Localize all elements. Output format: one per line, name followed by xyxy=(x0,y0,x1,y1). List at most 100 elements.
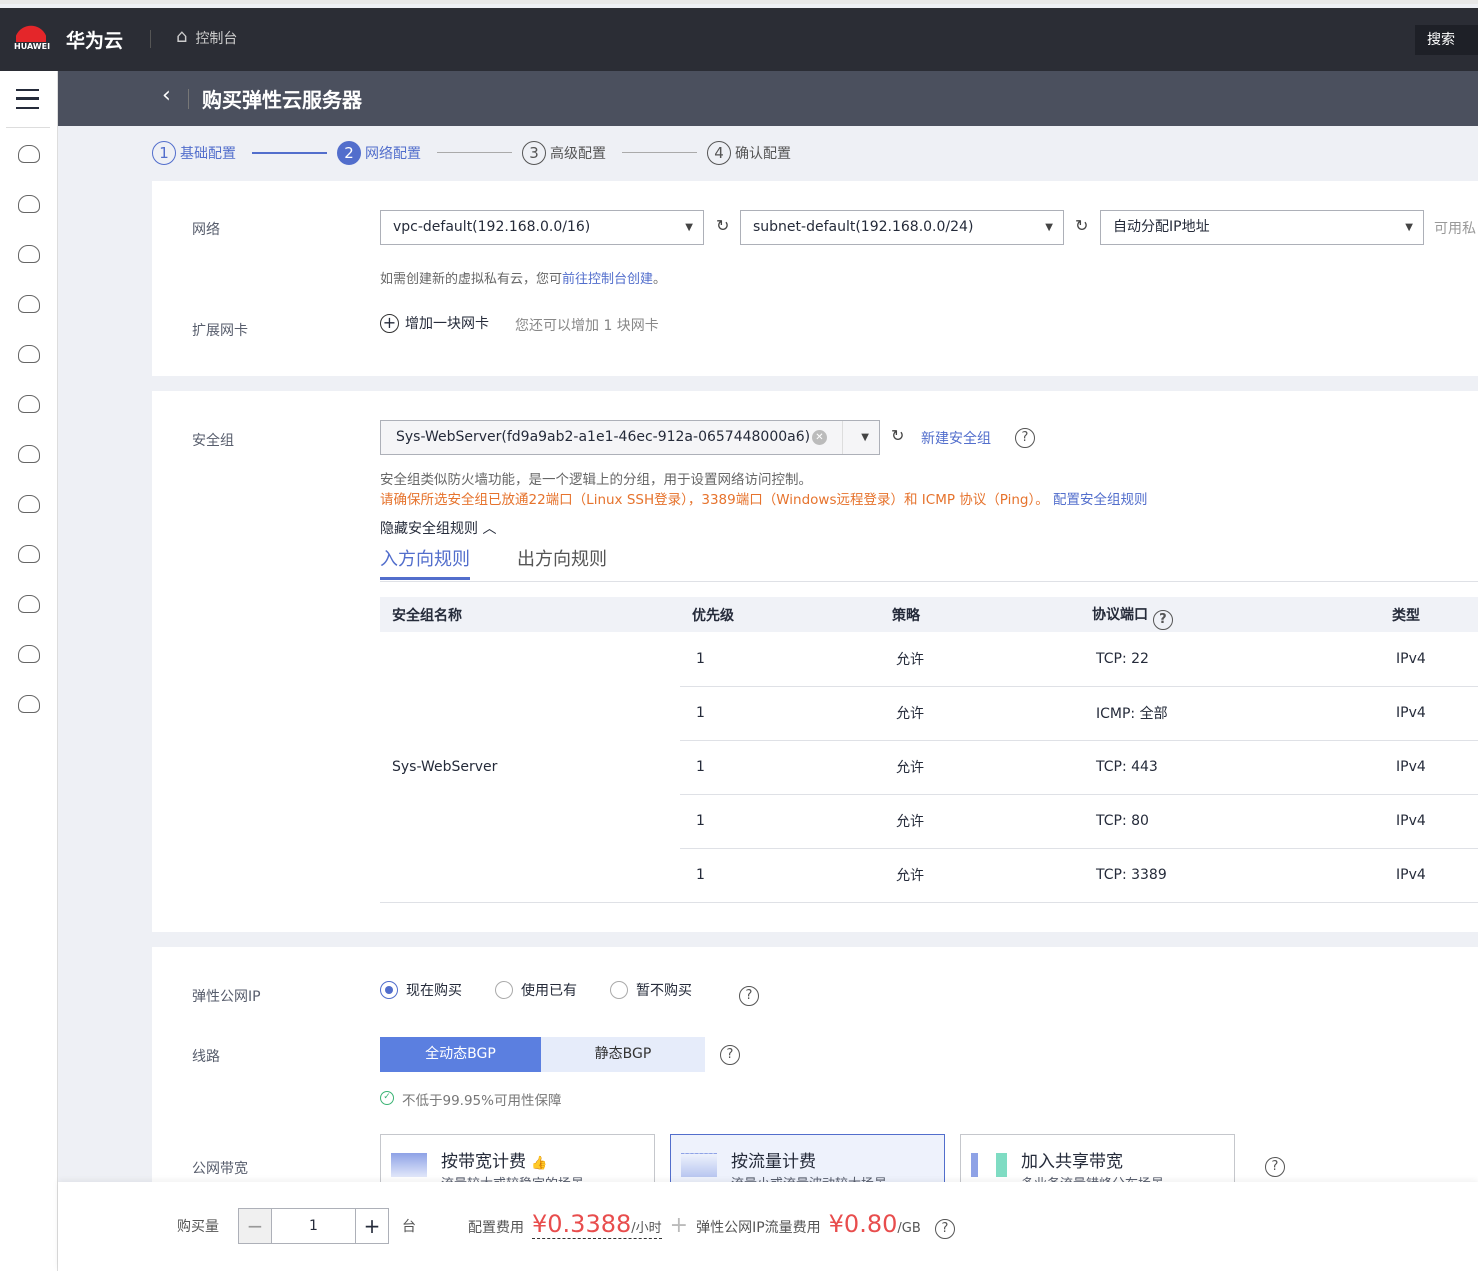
rules-table: 安全组名称 优先级 策略 协议端口 ? 类型 Sys-WebServer 1 允许 T… xyxy=(380,597,1478,903)
cloud-icon[interactable] xyxy=(18,195,40,213)
policy-cell: 允许 xyxy=(880,794,1080,849)
create-vpc-link[interactable]: 前往控制台创建 xyxy=(562,272,653,287)
ip-hint: 可用私 xyxy=(1434,221,1476,237)
type-cell: IPv4 xyxy=(1380,740,1478,795)
type-cell: IPv4 xyxy=(1380,794,1478,849)
page-title: 购买弹性云服务器 xyxy=(202,88,362,112)
vpc-select[interactable]: vpc-default(192.168.0.0/16) ▼ xyxy=(380,210,704,245)
brand-name[interactable]: 华为云 xyxy=(66,26,123,53)
caret-down-icon: ▼ xyxy=(685,222,693,233)
priority-cell: 1 xyxy=(680,794,880,849)
caret-down-icon: ▼ xyxy=(1045,222,1053,233)
cloud-sync-icon[interactable] xyxy=(18,495,40,513)
subnet-select[interactable]: subnet-default(192.168.0.0/24) ▼ xyxy=(740,210,1064,245)
priority-cell: 1 xyxy=(680,740,880,795)
eip-label: 弹性公网IP xyxy=(192,989,261,1005)
tab-outbound[interactable]: 出方向规则 xyxy=(517,545,607,571)
port-cell: TCP: 443 xyxy=(1080,740,1380,795)
col-priority: 优先级 xyxy=(680,597,880,632)
step-1[interactable]: 1 基础配置 xyxy=(152,141,236,165)
help-icon: ? xyxy=(1152,609,1173,630)
step-3: 3 高级配置 xyxy=(522,141,606,165)
radio-no-buy[interactable]: 暂不购买 xyxy=(610,980,692,1000)
cluster-icon[interactable] xyxy=(18,645,40,663)
back-icon[interactable]: ‹ xyxy=(162,83,171,108)
footer-bar: 购买量 − 1 + 台 配置费用 ¥0.3388/小时 + 弹性公网IP流量费用… xyxy=(58,1182,1478,1271)
ip-icon[interactable] xyxy=(18,595,40,613)
line-static-bgp[interactable]: 静态BGP xyxy=(541,1037,705,1072)
type-cell: IPv4 xyxy=(1380,848,1478,903)
new-security-group-link[interactable]: 新建安全组 xyxy=(921,428,991,448)
help-icon[interactable]: ? xyxy=(1265,1157,1285,1177)
type-cell: IPv4 xyxy=(1380,686,1478,741)
cloud-upload-icon[interactable] xyxy=(18,445,40,463)
tab-inbound[interactable]: 入方向规则 xyxy=(380,545,470,580)
col-policy: 策略 xyxy=(880,597,1080,632)
bandwidth-chart-icon xyxy=(391,1153,427,1177)
help-icon[interactable]: ? xyxy=(739,986,759,1006)
col-type: 类型 xyxy=(1380,597,1478,632)
config-fee[interactable]: ¥0.3388/小时 xyxy=(532,1210,662,1239)
cloud-server-icon[interactable] xyxy=(18,145,40,163)
hide-rules-toggle[interactable]: 隐藏安全组规则 ︿ xyxy=(380,518,496,538)
ip-select[interactable]: 自动分配IP地址 ▼ xyxy=(1100,210,1424,245)
add-nic-button[interactable]: + 增加一块网卡 xyxy=(380,313,489,333)
security-group-select[interactable]: Sys-WebServer(fd9a9ab2-a1e1-46ec-912a-06… xyxy=(380,420,880,455)
top-bar: HUAWEI 华为云 ⌂ 控制台 搜索 xyxy=(0,8,1478,71)
group-name-cell: Sys-WebServer xyxy=(380,632,680,903)
minus-button[interactable]: − xyxy=(239,1209,272,1243)
storage-icon[interactable] xyxy=(18,245,40,263)
policy-cell: 允许 xyxy=(880,740,1080,795)
port-cell: ICMP: 全部 xyxy=(1080,686,1380,741)
shared-bandwidth-icon xyxy=(971,1153,1007,1177)
ship-icon[interactable] xyxy=(18,545,40,563)
caret-down-icon: ▼ xyxy=(861,432,869,443)
globe-icon[interactable] xyxy=(18,695,40,713)
radio-buy-now[interactable]: 现在购买 xyxy=(380,980,462,1000)
priority-cell: 1 xyxy=(680,848,880,903)
bandwidth-label: 公网带宽 xyxy=(192,1161,248,1177)
security-warning: 请确保所选安全组已放通22端口（Linux SSH登录），3389端口（Wind… xyxy=(380,492,1049,508)
network-icon[interactable] xyxy=(18,295,40,313)
policy-cell: 允许 xyxy=(880,848,1080,903)
huawei-logo[interactable]: HUAWEI xyxy=(14,20,50,51)
quantity-input[interactable]: 1 xyxy=(272,1209,355,1243)
ext-nic-label: 扩展网卡 xyxy=(192,323,248,339)
line-label: 线路 xyxy=(192,1049,220,1065)
table-row: Sys-WebServer 1 允许 TCP: 22 IPv4 xyxy=(380,632,1478,903)
network-label: 网络 xyxy=(192,222,220,238)
clear-icon[interactable]: ✕ xyxy=(812,430,827,445)
refresh-icon[interactable]: ↻ xyxy=(1075,216,1088,235)
console-link[interactable]: ⌂ 控制台 xyxy=(176,28,237,48)
thumbs-up-icon: 👍 xyxy=(531,1156,548,1171)
refresh-icon[interactable]: ↻ xyxy=(716,216,729,235)
caret-down-icon: ▼ xyxy=(1405,222,1413,233)
device-icon[interactable] xyxy=(18,345,40,363)
config-rules-link[interactable]: 配置安全组规则 xyxy=(1053,492,1148,508)
plus-circle-icon: + xyxy=(380,313,399,333)
refresh-icon[interactable]: ↻ xyxy=(891,426,904,445)
radio-use-existing[interactable]: 使用已有 xyxy=(495,980,577,1000)
cloud-icon-2[interactable] xyxy=(18,395,40,413)
help-icon[interactable]: ? xyxy=(935,1219,955,1239)
policy-cell: 允许 xyxy=(880,686,1080,741)
plus-button[interactable]: + xyxy=(355,1209,388,1243)
priority-cell: 1 xyxy=(680,632,880,687)
port-cell: TCP: 22 xyxy=(1080,632,1380,687)
quantity-stepper[interactable]: − 1 + xyxy=(238,1208,389,1244)
type-cell: IPv4 xyxy=(1380,632,1478,687)
help-icon[interactable]: ? xyxy=(1015,428,1035,448)
nic-remaining: 您还可以增加 1 块网卡 xyxy=(515,318,659,334)
line-dynamic-bgp[interactable]: 全动态BGP xyxy=(380,1037,541,1072)
menu-icon[interactable] xyxy=(16,89,39,109)
traffic-chart-icon xyxy=(681,1153,717,1177)
security-group-label: 安全组 xyxy=(192,433,234,449)
page-header: ‹ 购买弹性云服务器 xyxy=(58,71,1478,126)
step-4: 4 确认配置 xyxy=(707,141,791,165)
port-cell: TCP: 3389 xyxy=(1080,848,1380,903)
help-icon[interactable]: ? xyxy=(720,1045,740,1065)
sidebar xyxy=(0,71,58,1271)
search-button[interactable]: 搜索 xyxy=(1415,25,1478,55)
priority-cell: 1 xyxy=(680,686,880,741)
security-desc: 安全组类似防火墙功能，是一个逻辑上的分组，用于设置网络访问控制。 xyxy=(380,472,812,488)
